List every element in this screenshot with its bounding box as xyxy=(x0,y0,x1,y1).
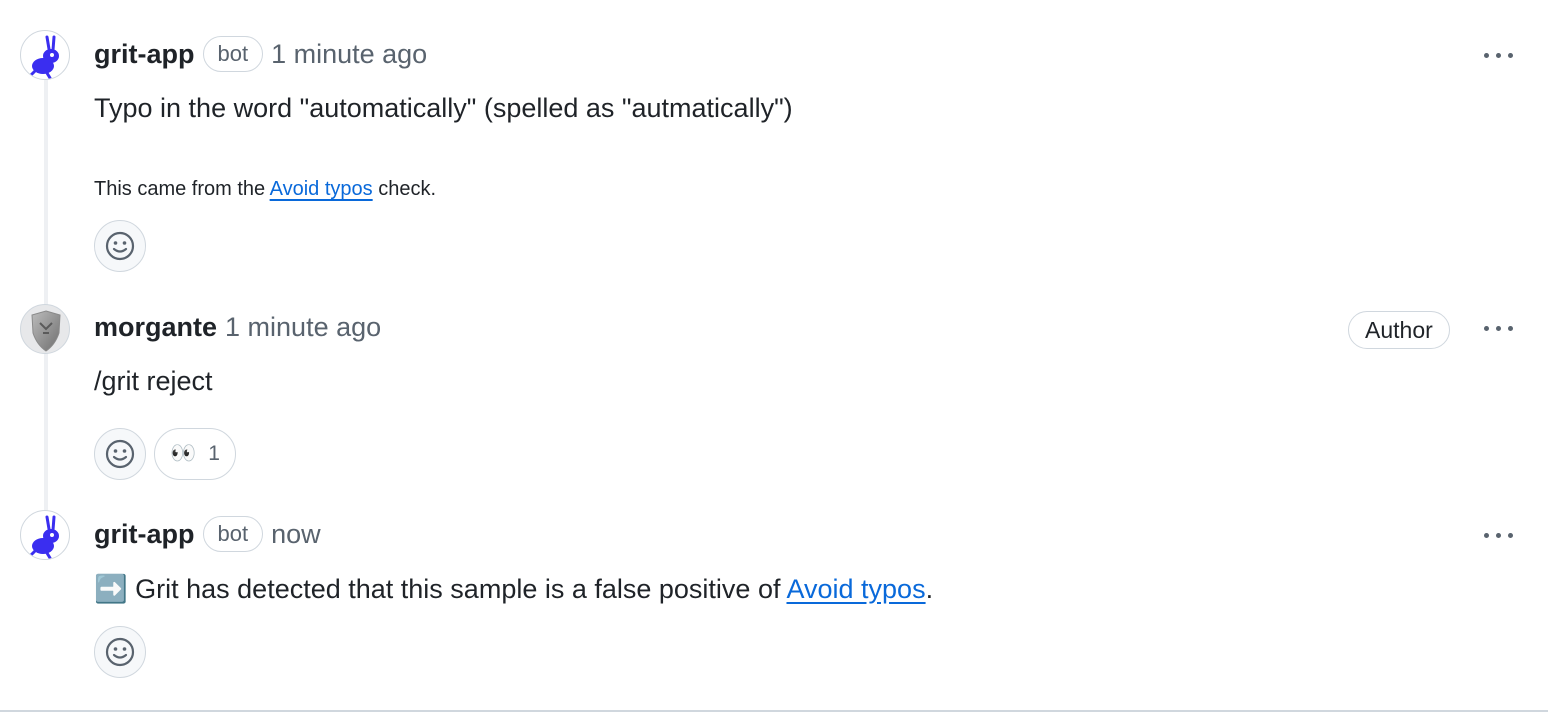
footer-suffix: check. xyxy=(372,178,437,200)
author-name[interactable]: grit-app xyxy=(94,519,195,550)
comment-thread: grit-app bot 1 minute ago Typo in the wo… xyxy=(0,0,1548,712)
grit-ant-icon xyxy=(29,515,59,559)
smiley-icon xyxy=(105,637,135,667)
bot-badge: bot xyxy=(202,516,264,552)
right-arrow-emoji: ➡️ xyxy=(94,574,128,604)
kebab-dot xyxy=(1495,325,1501,331)
avoid-typos-link[interactable]: Avoid typos xyxy=(270,178,373,200)
timestamp[interactable]: 1 minute ago xyxy=(225,312,381,343)
kebab-dot xyxy=(1507,52,1513,58)
timestamp[interactable]: now xyxy=(271,519,321,550)
add-reaction-button[interactable] xyxy=(94,428,146,480)
timeline-line xyxy=(44,80,48,510)
comment-body: ➡️ Grit has detected that this sample is… xyxy=(94,573,933,605)
comment-header: grit-app bot 1 minute ago xyxy=(94,34,427,74)
add-reaction-button[interactable] xyxy=(94,626,146,678)
grit-app-avatar[interactable] xyxy=(20,510,70,560)
kebab-dot xyxy=(1507,532,1513,538)
comment-body: /grit reject xyxy=(94,366,213,396)
more-options-button[interactable] xyxy=(1474,313,1522,343)
comment-header: morgante 1 minute ago xyxy=(94,307,381,347)
smiley-icon xyxy=(105,439,135,469)
comment-header: grit-app bot now xyxy=(94,514,321,554)
kebab-dot xyxy=(1483,325,1489,331)
grit-ant-icon xyxy=(29,35,59,79)
smiley-icon xyxy=(105,231,135,261)
avoid-typos-link[interactable]: Avoid typos xyxy=(786,574,925,604)
eyes-emoji: 👀 xyxy=(170,442,197,465)
author-badge: Author xyxy=(1348,311,1450,349)
author-name[interactable]: grit-app xyxy=(94,39,195,70)
reaction-count: 1 xyxy=(208,442,220,465)
body-prefix: Grit has detected that this sample is a … xyxy=(135,574,787,604)
kebab-dot xyxy=(1495,532,1501,538)
add-reaction-button[interactable] xyxy=(94,220,146,272)
kebab-dot xyxy=(1483,532,1489,538)
more-options-button[interactable] xyxy=(1474,40,1522,70)
kebab-dot xyxy=(1507,325,1513,331)
body-suffix: . xyxy=(925,574,934,604)
footer-prefix: This came from the xyxy=(94,178,270,200)
comment-body: Typo in the word "automatically" (spelle… xyxy=(94,93,793,123)
kebab-dot xyxy=(1495,52,1501,58)
bot-badge: bot xyxy=(202,36,264,72)
timestamp[interactable]: 1 minute ago xyxy=(271,39,427,70)
shield-avatar-icon xyxy=(31,310,61,352)
comment-footer: This came from the Avoid typos check. xyxy=(94,178,436,201)
author-name[interactable]: morgante xyxy=(94,312,217,343)
more-options-button[interactable] xyxy=(1474,520,1522,550)
grit-app-avatar[interactable] xyxy=(20,30,70,80)
kebab-dot xyxy=(1483,52,1489,58)
eyes-reaction-button[interactable]: 👀 1 xyxy=(154,428,236,480)
morgante-avatar[interactable] xyxy=(20,304,70,354)
